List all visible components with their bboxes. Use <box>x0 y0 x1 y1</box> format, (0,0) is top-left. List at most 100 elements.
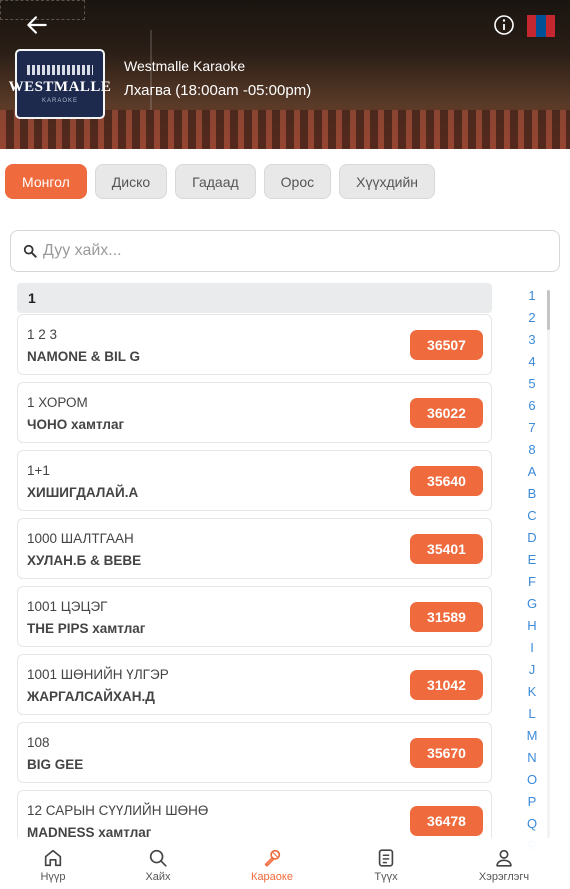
index-letter[interactable]: I <box>522 640 542 662</box>
search-icon <box>23 244 37 258</box>
scrollbar-track[interactable] <box>547 290 550 840</box>
logo-subtext: KARAOKE <box>41 97 78 104</box>
flag-stripe <box>527 15 537 37</box>
song-artist: THE PIPS хамтлаг <box>27 621 146 636</box>
logo-crest <box>27 64 93 75</box>
arrow-left-icon <box>27 16 47 34</box>
index-letter[interactable]: G <box>522 596 542 618</box>
song-row[interactable]: 1000 ШАЛТГААН ХУЛАН.Б & BEBE 35401 <box>17 518 492 579</box>
index-letter[interactable]: Q <box>522 816 542 838</box>
index-letter[interactable]: 7 <box>522 420 542 442</box>
index-letter[interactable]: 4 <box>522 354 542 376</box>
index-letter[interactable]: F <box>522 574 542 596</box>
logo-text: WESTMALLE <box>8 78 112 95</box>
scrollbar-thumb[interactable] <box>547 290 550 330</box>
index-letter[interactable]: 1 <box>522 288 542 310</box>
alphabet-index: 12345678ABCDEFGHIJKLMNOPQR <box>522 288 542 860</box>
song-code-badge[interactable]: 31589 <box>410 602 483 632</box>
microphone-icon <box>264 849 281 867</box>
tab-foreign[interactable]: Гадаад <box>175 164 256 199</box>
index-letter[interactable]: D <box>522 530 542 552</box>
song-code-badge[interactable]: 35640 <box>410 466 483 496</box>
song-artist: ЖАРГАЛСАЙХАН.Д <box>27 689 155 704</box>
index-letter[interactable]: C <box>522 508 542 530</box>
index-letter[interactable]: 8 <box>522 442 542 464</box>
venue-name: Westmalle Karaoke <box>124 58 246 74</box>
bottom-navigation: Нүүр Хайх Караоке Түүх Хэрэглэгч <box>0 838 570 889</box>
song-code-badge[interactable]: 36507 <box>410 330 483 360</box>
genre-tabs: Монгол Диско Гадаад Орос Хүүхдийн <box>5 164 436 199</box>
song-row[interactable]: 1+1 ХИШИГДАЛАЙ.А 35640 <box>17 450 492 511</box>
venue-header: WESTMALLE KARAOKE Westmalle Karaoke Лхаг… <box>0 0 570 149</box>
search-icon <box>149 849 167 867</box>
nav-karaoke[interactable]: Караоке <box>232 838 312 889</box>
tab-children[interactable]: Хүүхдийн <box>339 164 436 199</box>
index-letter[interactable]: P <box>522 794 542 816</box>
tab-disco[interactable]: Диско <box>94 164 168 199</box>
song-artist: ХИШИГДАЛАЙ.А <box>27 485 139 500</box>
song-artist: ЧОНО хамтлаг <box>27 417 125 432</box>
index-letter[interactable]: 3 <box>522 332 542 354</box>
index-letter[interactable]: K <box>522 684 542 706</box>
song-title: 1001 ШӨНИЙН ҮЛГЭР <box>27 667 169 682</box>
nav-label: Түүх <box>374 871 398 883</box>
song-search-input[interactable] <box>43 242 523 260</box>
user-icon <box>496 849 512 867</box>
nav-history[interactable]: Түүх <box>346 838 426 889</box>
section-header: 1 <box>17 283 492 313</box>
song-title: 108 <box>27 735 50 750</box>
song-code-badge[interactable]: 35401 <box>410 534 483 564</box>
nav-label: Хайх <box>145 871 171 883</box>
song-code-badge[interactable]: 35670 <box>410 738 483 768</box>
song-title: 1+1 <box>27 463 50 478</box>
index-letter[interactable]: J <box>522 662 542 684</box>
nav-label: Хэрэглэгч <box>478 871 530 883</box>
info-icon <box>494 15 514 35</box>
flag-stripe <box>536 15 546 37</box>
song-code-badge[interactable]: 31042 <box>410 670 483 700</box>
song-code-badge[interactable]: 36478 <box>410 806 483 836</box>
song-list: 1 2 3 NAMONE & BIL G 36507 1 ХОРОМ ЧОНО … <box>17 314 492 844</box>
song-artist: ХУЛАН.Б & BEBE <box>27 553 142 568</box>
nav-search[interactable]: Хайх <box>118 838 198 889</box>
tab-mongolian[interactable]: Монгол <box>5 164 87 199</box>
index-letter[interactable]: H <box>522 618 542 640</box>
index-letter[interactable]: O <box>522 772 542 794</box>
song-row[interactable]: 108 BIG GEE 35670 <box>17 722 492 783</box>
nav-label: Нүүр <box>40 871 66 883</box>
song-title: 1001 ЦЭЦЭГ <box>27 599 108 614</box>
index-letter[interactable]: N <box>522 750 542 772</box>
back-button[interactable] <box>24 12 50 38</box>
song-artist: NAMONE & BIL G <box>27 349 141 364</box>
song-code-badge[interactable]: 36022 <box>410 398 483 428</box>
flag-stripe <box>545 15 555 37</box>
index-letter[interactable]: A <box>522 464 542 486</box>
nav-label: Караоке <box>251 871 293 883</box>
song-row[interactable]: 1001 ШӨНИЙН ҮЛГЭР ЖАРГАЛСАЙХАН.Д 31042 <box>17 654 492 715</box>
index-letter[interactable]: 5 <box>522 376 542 398</box>
song-title: 1000 ШАЛТГААН <box>27 531 134 546</box>
history-icon <box>378 849 394 867</box>
index-letter[interactable]: 6 <box>522 398 542 420</box>
nav-user[interactable]: Хэрэглэгч <box>464 838 544 889</box>
song-artist: BIG GEE <box>27 757 84 772</box>
song-row[interactable]: 12 САРЫН СҮҮЛИЙН ШӨНӨ MADNESS хамтлаг 36… <box>17 790 492 844</box>
home-icon <box>44 849 62 867</box>
song-row[interactable]: 1 2 3 NAMONE & BIL G 36507 <box>17 314 492 375</box>
song-title: 12 САРЫН СҮҮЛИЙН ШӨНӨ <box>27 803 209 818</box>
tab-russian[interactable]: Орос <box>263 164 332 199</box>
song-row[interactable]: 1 ХОРОМ ЧОНО хамтлаг 36022 <box>17 382 492 443</box>
index-letter[interactable]: M <box>522 728 542 750</box>
song-row[interactable]: 1001 ЦЭЦЭГ THE PIPS хамтлаг 31589 <box>17 586 492 647</box>
info-button[interactable] <box>493 14 515 36</box>
venue-logo: WESTMALLE KARAOKE <box>9 49 111 119</box>
index-letter[interactable]: 2 <box>522 310 542 332</box>
nav-home[interactable]: Нүүр <box>13 838 93 889</box>
index-letter[interactable]: B <box>522 486 542 508</box>
song-title: 1 2 3 <box>27 327 58 342</box>
language-flag-button[interactable] <box>527 15 555 37</box>
song-title: 1 ХОРОМ <box>27 395 88 410</box>
venue-hours: Лхагва (18:00am -05:00pm) <box>124 82 312 99</box>
index-letter[interactable]: L <box>522 706 542 728</box>
index-letter[interactable]: E <box>522 552 542 574</box>
